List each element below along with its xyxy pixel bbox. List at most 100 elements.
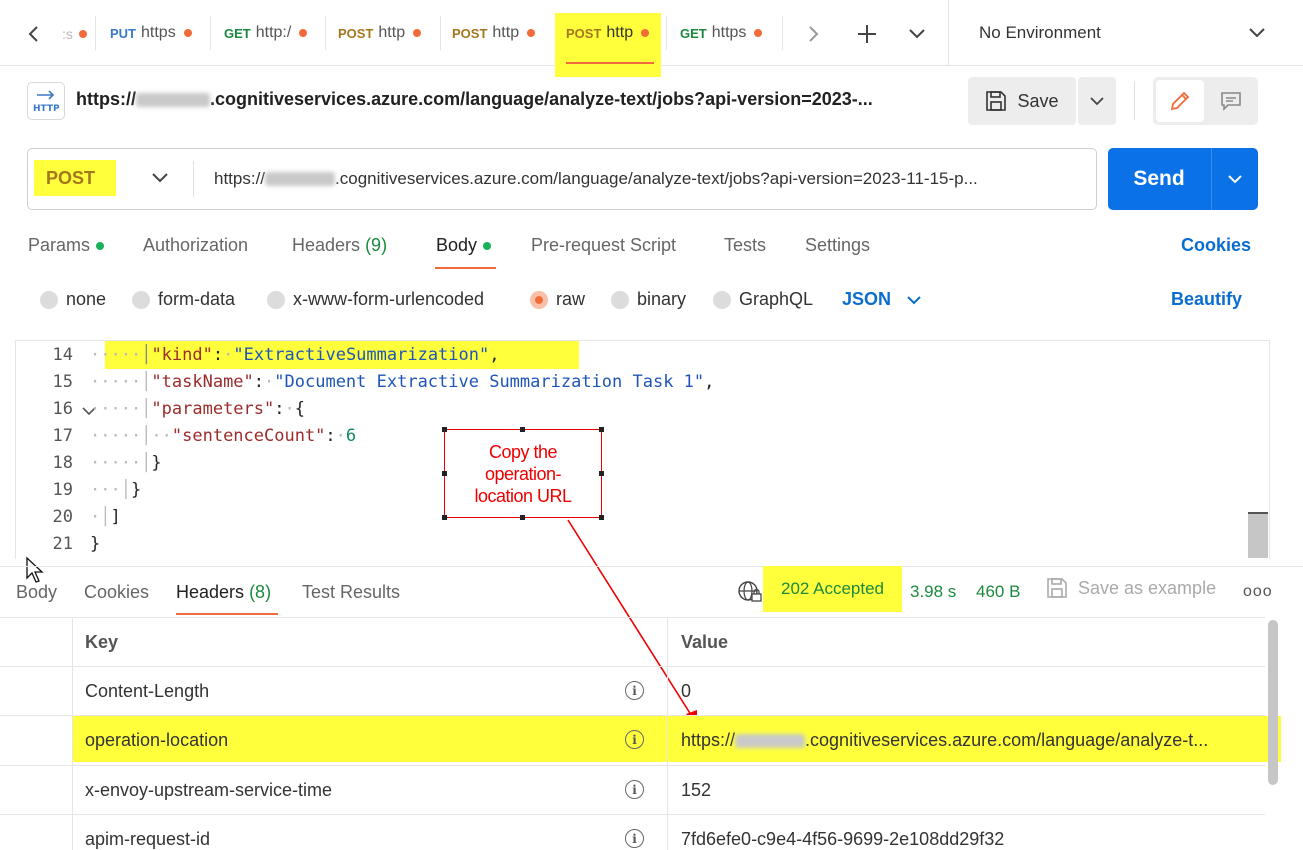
- edit-mode-button[interactable]: [1156, 80, 1204, 122]
- header-value[interactable]: 152: [681, 766, 711, 815]
- new-tab-plus-icon[interactable]: [855, 22, 879, 46]
- request-tab-3[interactable]: POST http: [338, 0, 433, 66]
- radio-raw[interactable]: raw: [530, 289, 585, 310]
- save-as-example-button[interactable]: Save as example: [1046, 577, 1216, 599]
- save-options-button[interactable]: [1078, 77, 1116, 125]
- radio-none[interactable]: none: [40, 289, 106, 310]
- request-tab-active[interactable]: POST http: [566, 0, 661, 66]
- tab-partial[interactable]: :s: [62, 25, 92, 43]
- info-icon[interactable]: i: [625, 681, 644, 700]
- radio-label: GraphQL: [739, 289, 814, 309]
- status-badge[interactable]: 202 Accepted: [763, 566, 902, 612]
- unsaved-dot: [183, 29, 192, 37]
- cookies-link[interactable]: Cookies: [1181, 235, 1251, 256]
- radio-label: x-www-form-urlencoded: [293, 289, 485, 309]
- chevron-down-icon: [1228, 175, 1242, 184]
- header-value[interactable]: 0: [681, 667, 691, 716]
- globe-lock-icon[interactable]: [737, 580, 763, 604]
- tab-prerequest-script[interactable]: Pre-request Script: [531, 235, 676, 256]
- status-dot: [96, 242, 105, 251]
- unsaved-dot: [299, 29, 308, 37]
- radio-circle: [267, 290, 285, 309]
- response-tab-cookies[interactable]: Cookies: [84, 582, 149, 603]
- active-tab-underline: [566, 62, 654, 64]
- http-request-icon: HTTP: [27, 82, 65, 120]
- editor-scrollbar[interactable]: [1248, 512, 1268, 558]
- table-row[interactable]: x-envoy-upstream-service-time i 152: [0, 765, 1265, 814]
- header-value[interactable]: 7fd6efe0-c9e4-4f56-9699-2e108dd29f32: [681, 815, 1004, 850]
- url-input[interactable]: https:// .cognitiveservices.azure.com/lan…: [214, 149, 1090, 209]
- request-tab-6[interactable]: GET https: [680, 0, 775, 66]
- tab-tests[interactable]: Tests: [724, 235, 766, 256]
- comment-icon: [1221, 92, 1241, 111]
- raw-format-selector[interactable]: JSON: [842, 289, 923, 310]
- column-header-key: Key: [85, 632, 119, 652]
- toolbar-divider: [1134, 82, 1135, 120]
- tab-settings[interactable]: Settings: [805, 235, 870, 256]
- radio-circle: [713, 290, 731, 309]
- info-icon[interactable]: i: [625, 829, 644, 848]
- view-mode-toggle: [1153, 77, 1258, 125]
- send-options-button[interactable]: [1211, 148, 1258, 210]
- radio-circle: [40, 290, 58, 309]
- header-key[interactable]: apim-request-id: [85, 815, 210, 850]
- value-suffix: .cognitiveservices.azure.com/language/an…: [805, 730, 1209, 750]
- http-icon-text: HTTP: [33, 104, 60, 114]
- table-row[interactable]: Content-Length i 0: [0, 666, 1265, 715]
- json-key: "sentenceCount": [171, 426, 326, 446]
- table-scrollbar[interactable]: [1268, 620, 1278, 785]
- radio-form-data[interactable]: form-data: [132, 289, 235, 310]
- request-tab-2[interactable]: GET http:/: [224, 0, 319, 66]
- request-tab-1[interactable]: PUT https: [110, 0, 205, 66]
- beautify-link[interactable]: Beautify: [1171, 289, 1242, 310]
- radio-urlencoded[interactable]: x-www-form-urlencoded: [267, 289, 484, 310]
- table-header-row: Key Value: [0, 617, 1265, 666]
- code-line: ·····│"parameters":·{: [90, 399, 305, 419]
- table-row[interactable]: apim-request-id i 7fd6efe0-c9e4-4f56-969…: [0, 814, 1265, 850]
- tab-body[interactable]: Body: [436, 235, 492, 256]
- tab-scroll-left-icon[interactable]: [22, 22, 46, 46]
- request-title[interactable]: https:// .cognitiveservices.azure.com/lan…: [76, 89, 873, 110]
- radio-label: binary: [637, 289, 687, 309]
- save-group: Save: [968, 77, 1116, 125]
- header-key[interactable]: operation-location: [85, 716, 228, 765]
- info-icon[interactable]: i: [625, 780, 644, 799]
- response-tab-headers[interactable]: Headers (8): [176, 582, 271, 603]
- tab-list-chevron-icon[interactable]: [906, 24, 928, 44]
- radio-graphql[interactable]: GraphQL: [713, 289, 813, 310]
- header-key[interactable]: x-envoy-upstream-service-time: [85, 766, 332, 815]
- environment-label: No Environment: [979, 23, 1101, 42]
- response-size[interactable]: 460 B: [976, 582, 1020, 602]
- send-button[interactable]: Send: [1108, 148, 1210, 210]
- environment-selector[interactable]: No Environment: [949, 0, 1279, 66]
- more-options-icon[interactable]: ooo: [1243, 583, 1273, 601]
- callout-line: Copy the: [488, 441, 558, 462]
- json-bracket: ]: [110, 507, 121, 527]
- info-icon[interactable]: i: [625, 730, 644, 749]
- request-title-suffix: .cognitiveservices.azure.com/language/an…: [210, 89, 873, 109]
- tab-params[interactable]: Params: [28, 235, 105, 256]
- header-key[interactable]: Content-Length: [85, 667, 209, 716]
- json-brace: }: [151, 453, 162, 473]
- method-selector[interactable]: POST: [34, 160, 116, 196]
- line-number: 19: [52, 480, 73, 500]
- response-tab-test-results[interactable]: Test Results: [302, 582, 400, 603]
- method-chevron-icon[interactable]: [150, 169, 170, 187]
- tab-scroll-right-icon[interactable]: [801, 22, 825, 46]
- tab-headers[interactable]: Headers (9): [292, 235, 387, 256]
- request-tab-4[interactable]: POST http: [452, 0, 547, 66]
- save-button[interactable]: Save: [968, 77, 1076, 125]
- response-tab-body[interactable]: Body: [16, 582, 57, 603]
- radio-label: raw: [556, 289, 586, 309]
- tab-url: https: [711, 24, 747, 41]
- json-brace: }: [130, 480, 142, 500]
- header-value[interactable]: https:// .cognitiveservices.azure.com/lan…: [681, 716, 1208, 765]
- response-time[interactable]: 3.98 s: [910, 582, 956, 602]
- radio-binary[interactable]: binary: [611, 289, 686, 310]
- floppy-disk-icon: [1047, 578, 1067, 598]
- method-divider: [193, 161, 194, 197]
- request-title-prefix: https://: [76, 89, 136, 109]
- comments-button[interactable]: [1207, 80, 1255, 122]
- table-row[interactable]: operation-location i https:// .cognitives…: [0, 715, 1265, 764]
- tab-authorization[interactable]: Authorization: [143, 235, 248, 256]
